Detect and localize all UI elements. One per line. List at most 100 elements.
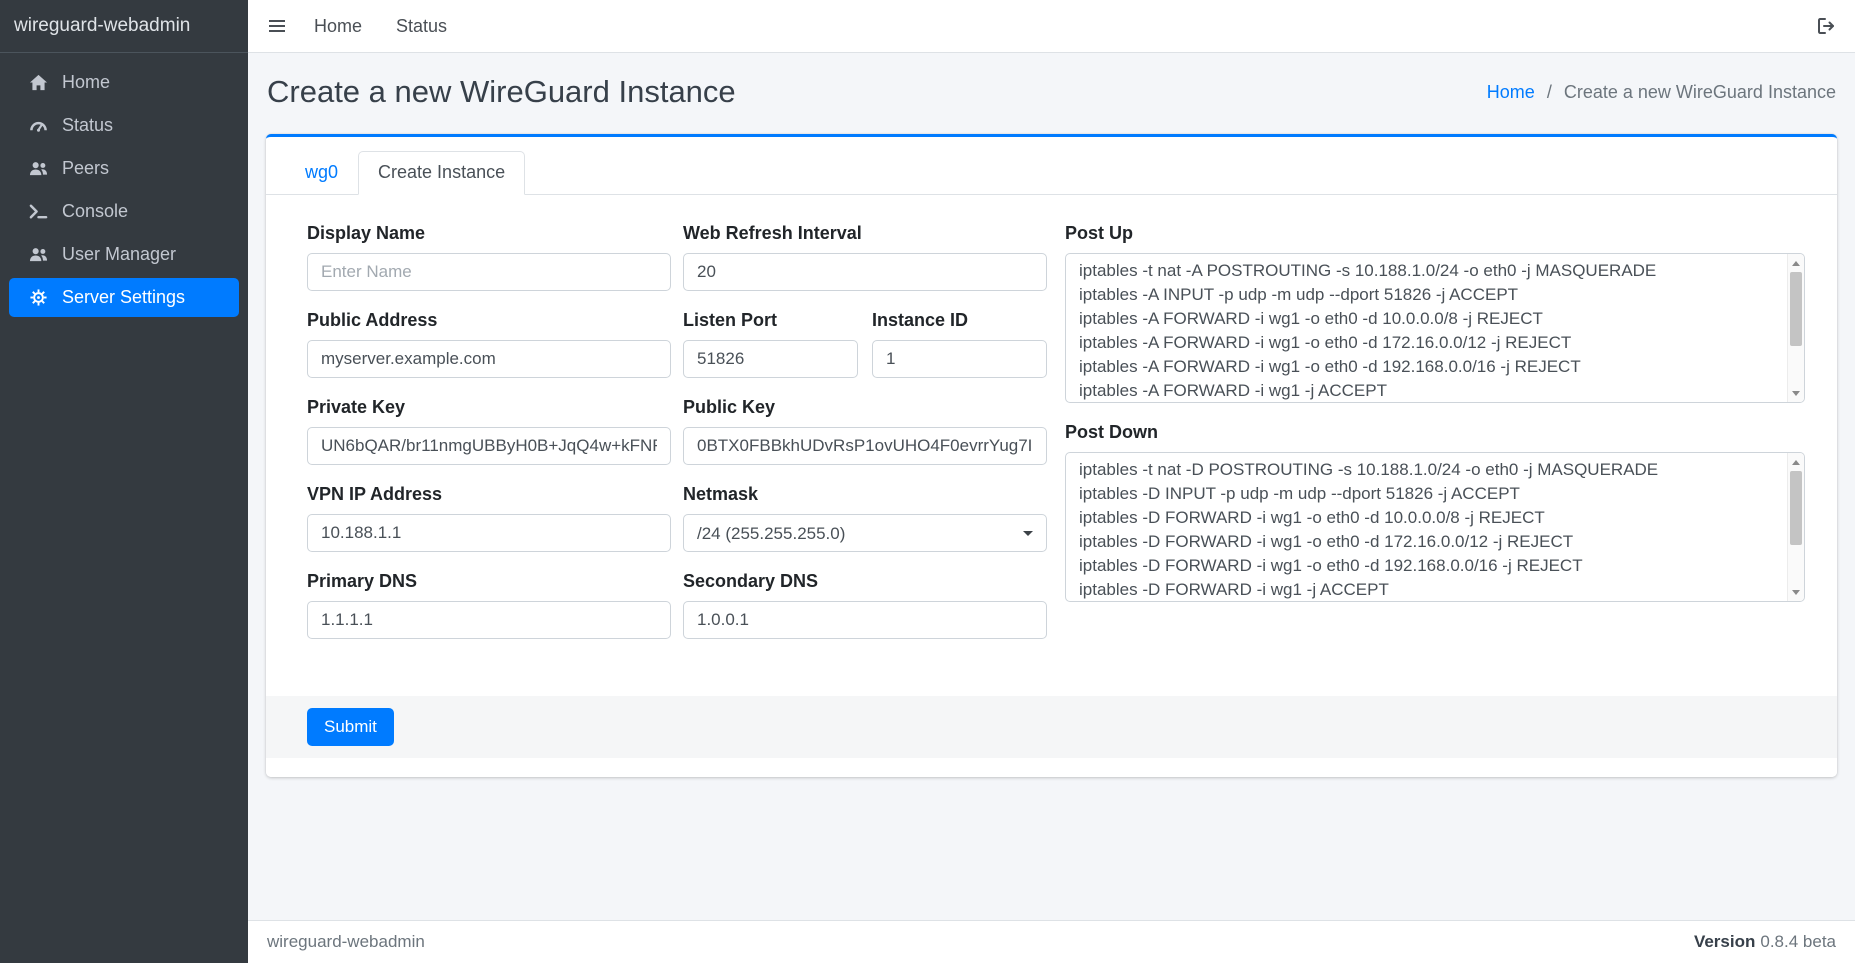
sidebar-item-console[interactable]: Console: [9, 192, 239, 231]
sidebar-item-label: Home: [62, 72, 110, 93]
content-header: Create a new WireGuard Instance Home / C…: [248, 53, 1855, 134]
page-title: Create a new WireGuard Instance: [267, 74, 736, 110]
private-key-label: Private Key: [307, 397, 671, 418]
netmask-group: Netmask /24 (255.255.255.0): [683, 484, 1047, 552]
brand-text: wireguard-webadmin: [14, 15, 190, 37]
web-refresh-input[interactable]: [683, 253, 1047, 291]
post-down-label: Post Down: [1065, 422, 1805, 443]
post-down-scrollbar[interactable]: [1787, 453, 1804, 601]
app: wireguard-webadmin Home Status Peers: [0, 0, 1855, 963]
page-footer: wireguard-webadmin Version 0.8.4 beta: [248, 920, 1855, 963]
instance-form: Display Name Public Address Private Key: [307, 223, 1805, 658]
secondary-dns-label: Secondary DNS: [683, 571, 1047, 592]
users-icon: [25, 245, 51, 265]
primary-dns-group: Primary DNS: [307, 571, 671, 639]
sidebar-item-label: User Manager: [62, 244, 176, 265]
public-key-input[interactable]: [683, 427, 1047, 465]
public-address-label: Public Address: [307, 310, 671, 331]
card-footer: Submit: [266, 696, 1837, 758]
listen-port-input[interactable]: [683, 340, 858, 378]
form-column-3: Post Up iptables -t nat -A POSTROUTING -…: [1065, 223, 1805, 621]
post-up-textarea[interactable]: iptables -t nat -A POSTROUTING -s 10.188…: [1065, 253, 1805, 403]
web-refresh-label: Web Refresh Interval: [683, 223, 1047, 244]
vpn-ip-label: VPN IP Address: [307, 484, 671, 505]
breadcrumb: Home / Create a new WireGuard Instance: [1487, 82, 1836, 103]
scrollbar-thumb[interactable]: [1790, 471, 1802, 545]
footer-version-label: Version: [1694, 932, 1755, 951]
top-navbar: Home Status: [248, 0, 1855, 53]
hamburger-icon[interactable]: [267, 16, 287, 36]
card-bottom-padding: [266, 758, 1837, 777]
instance-id-group: Instance ID: [872, 310, 1047, 378]
sidebar-item-label: Peers: [62, 158, 109, 179]
display-name-input[interactable]: [307, 253, 671, 291]
display-name-group: Display Name: [307, 223, 671, 291]
post-down-textarea[interactable]: iptables -t nat -D POSTROUTING -s 10.188…: [1065, 452, 1805, 602]
post-up-label: Post Up: [1065, 223, 1805, 244]
sidebar-nav: Home Status Peers Console: [0, 53, 248, 321]
sidebar-item-peers[interactable]: Peers: [9, 149, 239, 188]
post-down-wrap: iptables -t nat -D POSTROUTING -s 10.188…: [1065, 452, 1805, 602]
scrollbar-thumb[interactable]: [1790, 272, 1802, 346]
sidebar-item-home[interactable]: Home: [9, 63, 239, 102]
primary-dns-label: Primary DNS: [307, 571, 671, 592]
footer-version: Version 0.8.4 beta: [1694, 932, 1836, 952]
navbar-link-status[interactable]: Status: [379, 16, 464, 37]
card-body: Display Name Public Address Private Key: [266, 195, 1837, 688]
post-up-group: Post Up iptables -t nat -A POSTROUTING -…: [1065, 223, 1805, 403]
instance-id-input[interactable]: [872, 340, 1047, 378]
public-address-group: Public Address: [307, 310, 671, 378]
post-up-scrollbar[interactable]: [1787, 254, 1804, 402]
form-column-1: Display Name Public Address Private Key: [307, 223, 671, 658]
sidebar-item-label: Console: [62, 201, 128, 222]
post-down-group: Post Down iptables -t nat -D POSTROUTING…: [1065, 422, 1805, 602]
logout-icon[interactable]: [1816, 16, 1836, 36]
navbar-link-home[interactable]: Home: [297, 16, 379, 37]
scroll-up-arrow-icon[interactable]: [1788, 454, 1804, 470]
post-up-wrap: iptables -t nat -A POSTROUTING -s 10.188…: [1065, 253, 1805, 403]
gears-icon: [25, 288, 51, 308]
console-icon: [25, 202, 51, 222]
brand-link[interactable]: wireguard-webadmin: [0, 0, 248, 53]
listen-port-label: Listen Port: [683, 310, 858, 331]
instance-card: wg0 Create Instance Display Name Public …: [266, 134, 1837, 777]
main-area: Home Status Create a new WireGuard Insta…: [248, 0, 1855, 963]
primary-dns-input[interactable]: [307, 601, 671, 639]
netmask-select-wrap: /24 (255.255.255.0): [683, 514, 1047, 552]
card-tabs: wg0 Create Instance: [266, 137, 1837, 195]
home-icon: [25, 73, 51, 93]
footer-brand: wireguard-webadmin: [267, 932, 425, 952]
status-icon: [25, 116, 51, 136]
vpn-ip-group: VPN IP Address: [307, 484, 671, 552]
netmask-select[interactable]: /24 (255.255.255.0): [683, 514, 1047, 552]
scroll-up-arrow-icon[interactable]: [1788, 255, 1804, 271]
private-key-input[interactable]: [307, 427, 671, 465]
tab-create-instance[interactable]: Create Instance: [358, 151, 525, 195]
netmask-label: Netmask: [683, 484, 1047, 505]
breadcrumb-home-link[interactable]: Home: [1487, 82, 1535, 102]
sidebar-item-label: Server Settings: [62, 287, 185, 308]
web-refresh-group: Web Refresh Interval: [683, 223, 1047, 291]
secondary-dns-input[interactable]: [683, 601, 1047, 639]
vpn-ip-input[interactable]: [307, 514, 671, 552]
public-key-label: Public Key: [683, 397, 1047, 418]
breadcrumb-current: Create a new WireGuard Instance: [1564, 82, 1836, 102]
sidebar-item-user-manager[interactable]: User Manager: [9, 235, 239, 274]
breadcrumb-separator: /: [1547, 82, 1552, 102]
scroll-down-arrow-icon[interactable]: [1788, 584, 1804, 600]
submit-button[interactable]: Submit: [307, 708, 394, 746]
public-key-group: Public Key: [683, 397, 1047, 465]
public-address-input[interactable]: [307, 340, 671, 378]
display-name-label: Display Name: [307, 223, 671, 244]
instance-id-label: Instance ID: [872, 310, 1047, 331]
footer-version-value: 0.8.4 beta: [1760, 932, 1836, 951]
port-instance-row: Listen Port Instance ID: [683, 310, 1047, 378]
sidebar: wireguard-webadmin Home Status Peers: [0, 0, 248, 963]
tab-wg0[interactable]: wg0: [285, 151, 358, 195]
sidebar-item-status[interactable]: Status: [9, 106, 239, 145]
private-key-group: Private Key: [307, 397, 671, 465]
sidebar-item-server-settings[interactable]: Server Settings: [9, 278, 239, 317]
scroll-down-arrow-icon[interactable]: [1788, 385, 1804, 401]
content: Create a new WireGuard Instance Home / C…: [248, 53, 1855, 920]
peers-icon: [25, 159, 51, 179]
